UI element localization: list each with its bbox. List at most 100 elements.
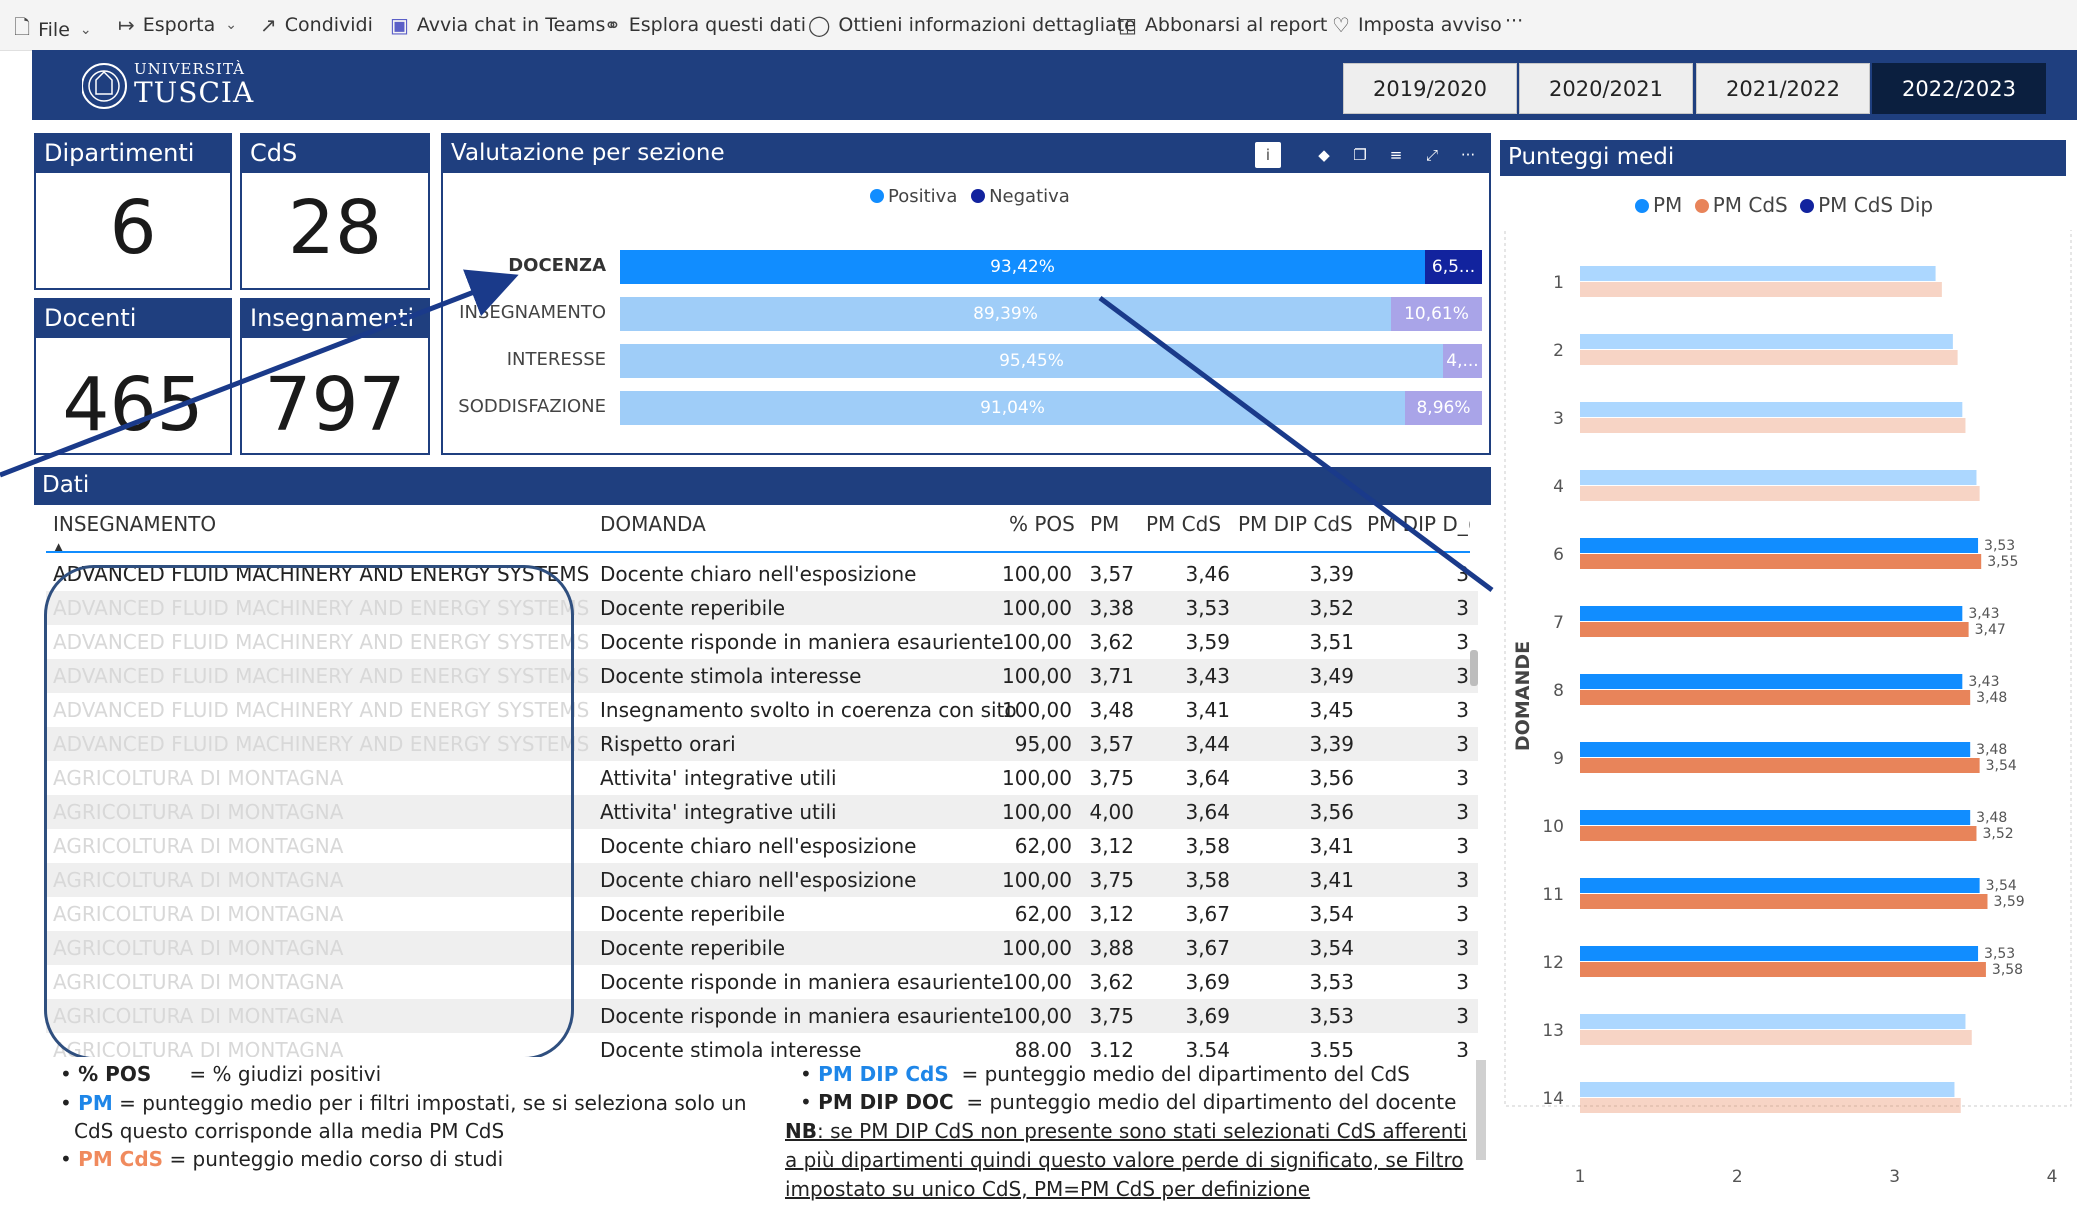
share-button[interactable]: ↗ Condividi: [260, 13, 373, 37]
col-header-pm[interactable]: PM: [1090, 512, 1119, 536]
more-options-icon[interactable]: ···: [1455, 142, 1481, 168]
bar-pm-cds[interactable]: [1580, 418, 1966, 433]
year-tab-2020-2021[interactable]: 2020/2021: [1519, 63, 1693, 114]
table-cell: 3,49: [1309, 664, 1354, 688]
explore-data-button[interactable]: ⚭ Esplora questi dati: [604, 13, 806, 37]
table-cell: 3: [1456, 902, 1469, 926]
university-logo: UNIVERSITÀ TUSCIA: [81, 58, 262, 114]
table-cell: 95,00: [1014, 732, 1072, 756]
kpi-title: Dipartimenti: [36, 135, 230, 173]
bar-pm[interactable]: [1580, 674, 1963, 689]
kpi-dipartimenti: Dipartimenti 6: [34, 133, 232, 290]
table-cell: 3,48: [1089, 698, 1134, 722]
copy-icon[interactable]: ❐: [1347, 142, 1373, 168]
year-tab-2022-2023[interactable]: 2022/2023: [1872, 63, 2046, 114]
bar-pm[interactable]: [1580, 334, 1953, 349]
kpi-value: 28: [287, 185, 383, 271]
bar-pm[interactable]: [1580, 266, 1936, 281]
export-icon: ↦: [118, 13, 135, 37]
col-header-pm-dip-cds[interactable]: PM DIP CdS: [1238, 512, 1353, 536]
table-cell: 100,00: [1002, 630, 1072, 654]
data-label-pm-cds: 3,58: [1992, 962, 2023, 978]
table-cell: 3,43: [1185, 664, 1230, 688]
bar-pm[interactable]: [1580, 606, 1963, 621]
kpi-docenti: Docenti 465: [34, 298, 232, 455]
table-cell: 3,58: [1185, 868, 1230, 892]
teams-chat-button[interactable]: ▣ Avvia chat in Teams: [390, 13, 605, 37]
bar-pm[interactable]: [1580, 402, 1963, 417]
table-scrollbar[interactable]: [1470, 650, 1478, 686]
bar-pm-cds[interactable]: [1580, 1030, 1972, 1045]
note-pm-cds: • PM CdS = punteggio medio corso di stud…: [60, 1147, 504, 1171]
bar-pm[interactable]: [1580, 946, 1979, 961]
table-cell: 3,12: [1089, 834, 1134, 858]
bar-pm[interactable]: [1580, 538, 1979, 553]
table-cell: 62,00: [1014, 902, 1072, 926]
alert-button[interactable]: ♡ Imposta avviso: [1332, 13, 1502, 37]
bar-pm-cds[interactable]: [1580, 758, 1980, 773]
table-cell: 3: [1456, 1004, 1469, 1028]
table-cell: 100,00: [1002, 664, 1072, 688]
table-cell: 3,53: [1309, 1004, 1354, 1028]
valutazione-legend: Positiva Negativa: [870, 186, 1070, 207]
bar-pm-cds[interactable]: [1580, 554, 1982, 569]
col-header-pm-cds[interactable]: PM CdS: [1146, 512, 1221, 536]
bar-pm[interactable]: [1580, 470, 1977, 485]
table-cell: 3,52: [1309, 596, 1354, 620]
col-header-pm-dip-doc[interactable]: PM DIP D_(: [1367, 512, 1470, 536]
teams-icon: ▣: [390, 13, 409, 37]
filter-icon[interactable]: ≡: [1383, 142, 1409, 168]
more-options-button[interactable]: ···: [1505, 10, 1523, 32]
year-tab-2019-2020[interactable]: 2019/2020: [1343, 63, 1517, 114]
table-cell: 3,58: [1185, 834, 1230, 858]
year-tab-2021-2022[interactable]: 2021/2022: [1696, 63, 1870, 114]
table-cell: 3,64: [1185, 766, 1230, 790]
bar-pm[interactable]: [1580, 878, 1980, 893]
bar-pm-cds[interactable]: [1580, 894, 1988, 909]
bar-pm-cds[interactable]: [1580, 622, 1969, 637]
bar-pm-cds[interactable]: [1580, 350, 1958, 365]
bar-pm-cds[interactable]: [1580, 826, 1977, 841]
table-cell: 100,00: [1002, 970, 1072, 994]
bar-pm-cds[interactable]: [1580, 282, 1942, 297]
table-cell: 3,69: [1185, 970, 1230, 994]
file-menu[interactable]: 🗋 File ⌄: [14, 13, 92, 47]
notes-scrollbar[interactable]: [1476, 1060, 1486, 1160]
table-cell: Docente risponde in maniera esauriente: [600, 630, 1004, 654]
table-cell: 3,53: [1185, 596, 1230, 620]
col-header-domanda[interactable]: DOMANDA: [600, 512, 706, 536]
export-menu[interactable]: ↦ Esporta ⌄: [118, 13, 237, 37]
focus-mode-icon[interactable]: ⤢: [1419, 142, 1445, 168]
table-cell: 100,00: [1002, 766, 1072, 790]
bar-pm[interactable]: [1580, 742, 1971, 757]
pin-icon[interactable]: ◆: [1311, 142, 1337, 168]
table-cell: Docente chiaro nell'esposizione: [600, 834, 917, 858]
table-cell: 100,00: [1002, 596, 1072, 620]
punteggi-chart: 1234678910111213143,533,553,433,473,433,…: [1504, 230, 2072, 1187]
bar-pm[interactable]: [1580, 810, 1971, 825]
bar-pm[interactable]: [1580, 1014, 1966, 1029]
col-header-insegnamento[interactable]: INSEGNAMENTO: [53, 512, 216, 536]
table-cell: 3: [1456, 596, 1469, 620]
info-icon[interactable]: i: [1255, 142, 1281, 168]
kpi-title: Insegnamenti: [242, 300, 428, 338]
col-header-pos[interactable]: % POS: [1009, 512, 1075, 536]
bar-pm-cds[interactable]: [1580, 1098, 1961, 1113]
table-cell: 3: [1456, 834, 1469, 858]
data-label-pm-cds: 3,52: [1982, 826, 2013, 842]
bar-pm-cds[interactable]: [1580, 962, 1986, 977]
bar-pm-cds[interactable]: [1580, 690, 1971, 705]
bar-pm-cds[interactable]: [1580, 486, 1980, 501]
note-nb: NB: se PM DIP CdS non presente sono stat…: [785, 1119, 1467, 1143]
bar-pm[interactable]: [1580, 1082, 1955, 1097]
subscribe-button[interactable]: ◫ Abbonarsi al report: [1118, 13, 1327, 37]
insights-button[interactable]: ◯ Ottieni informazioni dettagliate: [808, 13, 1136, 37]
table-cell: 3,71: [1089, 664, 1134, 688]
table-cell: Docente reperibile: [600, 936, 786, 960]
header-divider: [46, 551, 1470, 553]
kpi-title: Docenti: [36, 300, 230, 338]
table-cell: 3,45: [1309, 698, 1354, 722]
note-pm-cont: CdS questo corrisponde alla media PM CdS: [74, 1119, 505, 1143]
command-toolbar: 🗋 File ⌄ ↦ Esporta ⌄ ↗ Condividi ▣ Avvia…: [0, 0, 2077, 51]
table-cell: 3: [1456, 800, 1469, 824]
